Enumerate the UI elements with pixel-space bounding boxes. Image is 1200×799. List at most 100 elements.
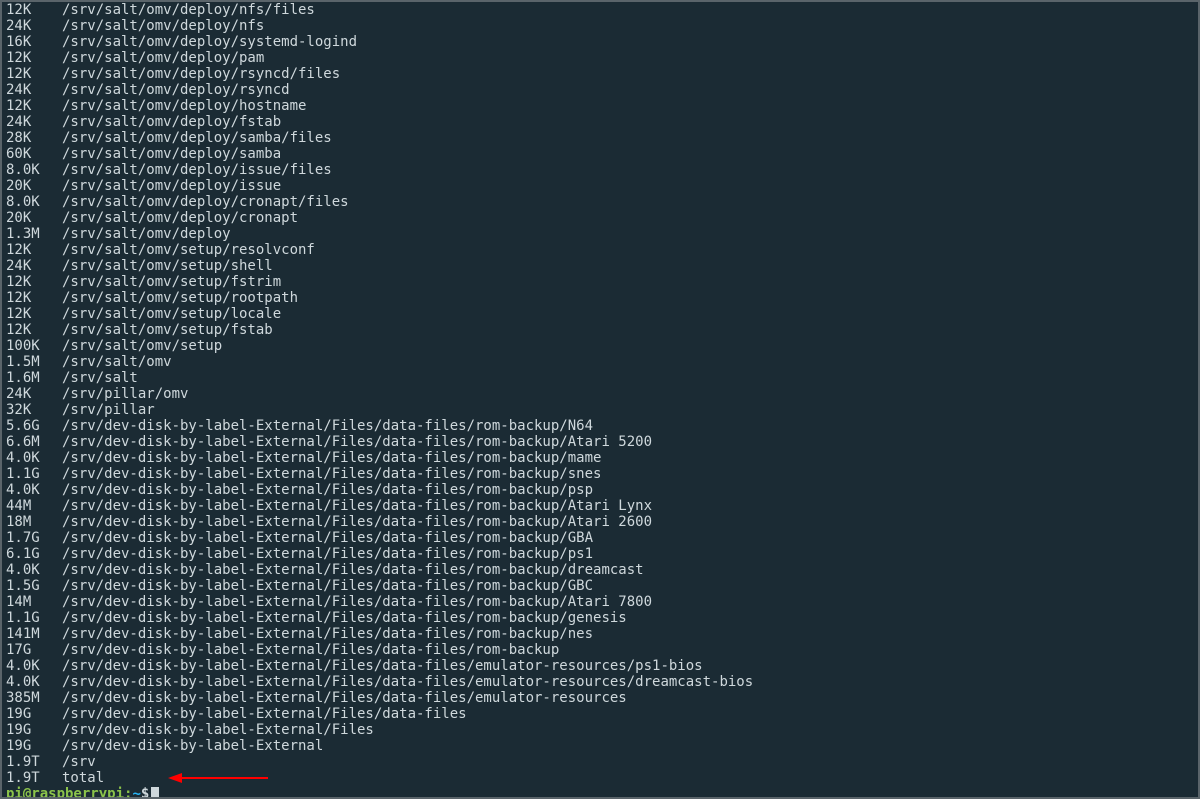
- path-value: /srv/salt/omv/deploy/samba: [62, 146, 1194, 162]
- path-value: /srv/dev-disk-by-label-External/Files/da…: [62, 482, 1194, 498]
- size-value: 1.1G: [6, 466, 62, 482]
- path-value: /srv/salt/omv/deploy/nfs: [62, 18, 1194, 34]
- du-output-row: 1.1G/srv/dev-disk-by-label-External/File…: [6, 610, 1194, 626]
- size-value: 1.9T: [6, 770, 62, 786]
- path-value: /srv/dev-disk-by-label-External/Files/da…: [62, 546, 1194, 562]
- size-value: 4.0K: [6, 562, 62, 578]
- size-value: 19G: [6, 738, 62, 754]
- du-output-row: 12K/srv/salt/omv/setup/fstab: [6, 322, 1194, 338]
- path-value: /srv/dev-disk-by-label-External/Files/da…: [62, 578, 1194, 594]
- path-value: /srv/salt/omv/setup/shell: [62, 258, 1194, 274]
- size-value: 1.3M: [6, 226, 62, 242]
- path-value: /srv: [62, 754, 1194, 770]
- size-value: 12K: [6, 290, 62, 306]
- du-output-row: 12K/srv/salt/omv/deploy/nfs/files: [6, 2, 1194, 18]
- du-output-row: 24K/srv/salt/omv/deploy/nfs: [6, 18, 1194, 34]
- path-value: /srv/salt/omv/deploy/pam: [62, 50, 1194, 66]
- path-value: /srv/dev-disk-by-label-External/Files/da…: [62, 610, 1194, 626]
- size-value: 12K: [6, 50, 62, 66]
- size-value: 1.7G: [6, 530, 62, 546]
- path-value: /srv/salt/omv/setup/fstrim: [62, 274, 1194, 290]
- du-output-row: 6.1G/srv/dev-disk-by-label-External/File…: [6, 546, 1194, 562]
- terminal-window[interactable]: 12K/srv/salt/omv/deploy/nfs/files24K/srv…: [0, 0, 1200, 799]
- size-value: 44M: [6, 498, 62, 514]
- du-output-row: 1.9T/srv: [6, 754, 1194, 770]
- path-value: /srv/salt/omv/deploy/hostname: [62, 98, 1194, 114]
- du-output-row: 1.5G/srv/dev-disk-by-label-External/File…: [6, 578, 1194, 594]
- size-value: 1.5M: [6, 354, 62, 370]
- size-value: 60K: [6, 146, 62, 162]
- size-value: 8.0K: [6, 194, 62, 210]
- size-value: 24K: [6, 114, 62, 130]
- size-value: 8.0K: [6, 162, 62, 178]
- size-value: 24K: [6, 82, 62, 98]
- path-value: /srv/pillar: [62, 402, 1194, 418]
- du-output-row: 1.6M/srv/salt: [6, 370, 1194, 386]
- du-output-row: 24K/srv/pillar/omv: [6, 386, 1194, 402]
- path-value: /srv/salt/omv: [62, 354, 1194, 370]
- du-output-row: 4.0K/srv/dev-disk-by-label-External/File…: [6, 562, 1194, 578]
- path-value: /srv/salt/omv/deploy/issue: [62, 178, 1194, 194]
- path-value: /srv/dev-disk-by-label-External/Files/da…: [62, 434, 1194, 450]
- du-output-row: 12K/srv/salt/omv/setup/locale: [6, 306, 1194, 322]
- size-value: 12K: [6, 274, 62, 290]
- du-output-row: 14M/srv/dev-disk-by-label-External/Files…: [6, 594, 1194, 610]
- shell-prompt[interactable]: pi@raspberrypi:~ $: [2, 786, 1198, 799]
- size-value: 28K: [6, 130, 62, 146]
- du-output-row: 20K/srv/salt/omv/deploy/issue: [6, 178, 1194, 194]
- prompt-sep: :: [124, 786, 132, 799]
- path-value: /srv/dev-disk-by-label-External/Files/da…: [62, 642, 1194, 658]
- prompt-path: ~: [132, 786, 140, 799]
- du-output-row: 18M/srv/dev-disk-by-label-External/Files…: [6, 514, 1194, 530]
- du-output-row: 100K/srv/salt/omv/setup: [6, 338, 1194, 354]
- path-value: /srv/dev-disk-by-label-External/Files/da…: [62, 706, 1194, 722]
- du-output-row: 20K/srv/salt/omv/deploy/cronapt: [6, 210, 1194, 226]
- du-output-row: 12K/srv/salt/omv/deploy/rsyncd/files: [6, 66, 1194, 82]
- du-output-row: 6.6M/srv/dev-disk-by-label-External/File…: [6, 434, 1194, 450]
- du-output-row: 60K/srv/salt/omv/deploy/samba: [6, 146, 1194, 162]
- arrow-annotation-icon: [168, 772, 268, 784]
- size-value: 12K: [6, 66, 62, 82]
- path-value: /srv/salt/omv/setup/fstab: [62, 322, 1194, 338]
- size-value: 5.6G: [6, 418, 62, 434]
- du-output-row: 28K/srv/salt/omv/deploy/samba/files: [6, 130, 1194, 146]
- size-value: 12K: [6, 98, 62, 114]
- du-output-row: 141M/srv/dev-disk-by-label-External/File…: [6, 626, 1194, 642]
- du-output-row: 8.0K/srv/salt/omv/deploy/issue/files: [6, 162, 1194, 178]
- path-value: /srv/salt/omv/deploy/nfs/files: [62, 2, 1194, 18]
- du-output-row: 4.0K/srv/dev-disk-by-label-External/File…: [6, 482, 1194, 498]
- size-value: 12K: [6, 242, 62, 258]
- size-value: 32K: [6, 402, 62, 418]
- du-output-row: 1.3M/srv/salt/omv/deploy: [6, 226, 1194, 242]
- path-value: /srv/dev-disk-by-label-External: [62, 738, 1194, 754]
- du-output-row: 19G/srv/dev-disk-by-label-External/Files: [6, 722, 1194, 738]
- path-value: /srv/salt/omv/deploy: [62, 226, 1194, 242]
- path-value: /srv/dev-disk-by-label-External/Files/da…: [62, 658, 1194, 674]
- path-value: /srv/salt/omv/deploy/rsyncd/files: [62, 66, 1194, 82]
- du-output-row: 12K/srv/salt/omv/setup/fstrim: [6, 274, 1194, 290]
- size-value: 20K: [6, 178, 62, 194]
- size-value: 19G: [6, 706, 62, 722]
- size-value: 141M: [6, 626, 62, 642]
- path-value: /srv/salt/omv/deploy/samba/files: [62, 130, 1194, 146]
- du-output-row: 12K/srv/salt/omv/setup/resolvconf: [6, 242, 1194, 258]
- path-value: /srv/dev-disk-by-label-External/Files/da…: [62, 514, 1194, 530]
- du-output-row: 24K/srv/salt/omv/deploy/rsyncd: [6, 82, 1194, 98]
- size-value: 1.5G: [6, 578, 62, 594]
- path-value: /srv/dev-disk-by-label-External/Files/da…: [62, 418, 1194, 434]
- du-output-row: 24K/srv/salt/omv/setup/shell: [6, 258, 1194, 274]
- du-output-row: 24K/srv/salt/omv/deploy/fstab: [6, 114, 1194, 130]
- path-value: /srv/dev-disk-by-label-External/Files/da…: [62, 450, 1194, 466]
- size-value: 4.0K: [6, 658, 62, 674]
- du-output-row: 4.0K/srv/dev-disk-by-label-External/File…: [6, 658, 1194, 674]
- size-value: 16K: [6, 34, 62, 50]
- du-output-row: 12K/srv/salt/omv/deploy/pam: [6, 50, 1194, 66]
- path-value: /srv/salt/omv/setup/locale: [62, 306, 1194, 322]
- size-value: 12K: [6, 2, 62, 18]
- du-output-row: 385M/srv/dev-disk-by-label-External/File…: [6, 690, 1194, 706]
- path-value: /srv/salt/omv/deploy/cronapt: [62, 210, 1194, 226]
- du-output-row: 8.0K/srv/salt/omv/deploy/cronapt/files: [6, 194, 1194, 210]
- size-value: 19G: [6, 722, 62, 738]
- path-value: /srv/dev-disk-by-label-External/Files/da…: [62, 594, 1194, 610]
- path-value: /srv/dev-disk-by-label-External/Files/da…: [62, 530, 1194, 546]
